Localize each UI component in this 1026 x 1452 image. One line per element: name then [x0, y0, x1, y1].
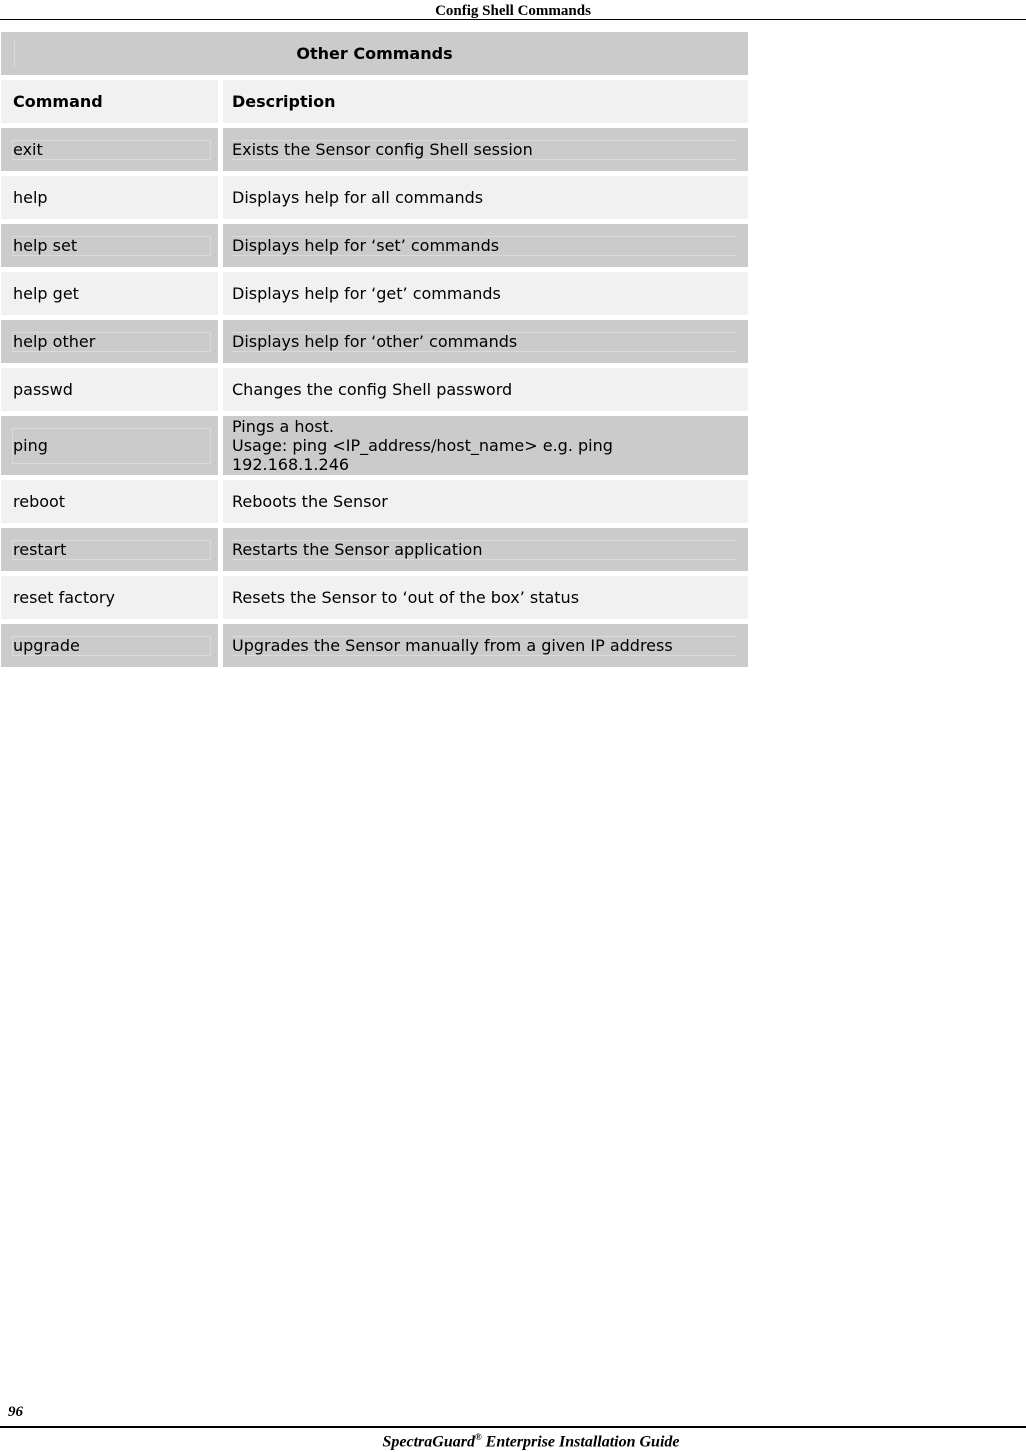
guide-title: SpectraGuard® Enterprise Installation Gu… [0, 1432, 1026, 1451]
command-description: Restarts the Sensor application [232, 540, 482, 559]
guide-title-rest: Enterprise Installation Guide [481, 1433, 680, 1451]
description-cell: Changes the config Shell password [223, 368, 748, 411]
command-description: Resets the Sensor to ‘out of the box’ st… [232, 588, 579, 607]
description-line: Displays help for ‘set’ commands [232, 236, 500, 255]
description-cell: Upgrades the Sensor manually from a give… [223, 624, 748, 667]
description-cell: Exists the Sensor config Shell session [223, 128, 748, 171]
command-name: help [13, 188, 48, 207]
trademark-symbol: ® [474, 1432, 482, 1442]
command-cell: help get [1, 272, 218, 315]
table-row: reboot Reboots the Sensor [1, 480, 748, 523]
description-cell: Displays help for ‘get’ commands [223, 272, 748, 315]
command-cell: help set [1, 224, 218, 267]
command-cell: reboot [1, 480, 218, 523]
description-line: Displays help for ‘get’ commands [232, 284, 501, 303]
description-line: Pings a host. [232, 417, 334, 436]
command-name: help set [13, 236, 78, 255]
command-description: Displays help for ‘get’ commands [232, 284, 501, 303]
command-description: Pings a host. Usage: ping <IP_address/hos… [232, 417, 613, 474]
description-cell: Restarts the Sensor application [223, 528, 748, 571]
other-commands-table: Other Commands Command Description exit E… [1, 32, 748, 667]
column-header-command: Command [1, 80, 218, 123]
command-description: Exists the Sensor config Shell session [232, 140, 533, 159]
description-cell: Reboots the Sensor [223, 480, 748, 523]
footer-divider [0, 1426, 1026, 1428]
command-cell: help [1, 176, 218, 219]
command-cell: upgrade [1, 624, 218, 667]
table-row: exit Exists the Sensor config Shell sessi… [1, 128, 748, 171]
table-row: reset factory Resets the Sensor to ‘out o… [1, 576, 748, 619]
command-description: Displays help for all commands [232, 188, 483, 207]
table-row: help set Displays help for ‘set’ commands [1, 224, 748, 267]
table-title-row: Other Commands [1, 32, 748, 75]
column-header-description-label: Description [232, 92, 336, 111]
description-line: Displays help for ‘other’ commands [232, 332, 518, 351]
command-cell: help other [1, 320, 218, 363]
command-description: Displays help for ‘set’ commands [232, 236, 499, 255]
title-cell-edge [14, 41, 15, 66]
command-cell: reset factory [1, 576, 218, 619]
table-row: help other Displays help for ‘other’ comm… [1, 320, 748, 363]
description-cell: Pings a host. Usage: ping <IP_address/hos… [223, 416, 748, 475]
command-cell: ping [1, 416, 218, 475]
table-title: Other Commands [296, 44, 453, 63]
description-cell: Displays help for ‘set’ commands [223, 224, 748, 267]
page-header: Config Shell Commands [0, 0, 1026, 20]
command-name: restart [13, 540, 67, 559]
table-row: help get Displays help for ‘get’ commands [1, 272, 748, 315]
description-line: Restarts the Sensor application [232, 540, 483, 559]
command-name: exit [13, 140, 43, 159]
command-description: Reboots the Sensor [232, 492, 388, 511]
table-row: restart Restarts the Sensor application [1, 528, 748, 571]
description-line: Exists the Sensor config Shell session [232, 140, 533, 159]
description-line: Reboots the Sensor [232, 492, 388, 511]
command-description: Changes the config Shell password [232, 380, 512, 399]
table-row: help Displays help for all commands [1, 176, 748, 219]
section-title: Config Shell Commands [435, 3, 591, 19]
description-line: Usage: ping <IP_address/host_name> e.g. … [232, 436, 613, 455]
description-line: Upgrades the Sensor manually from a give… [232, 636, 673, 655]
description-cell: Displays help for all commands [223, 176, 748, 219]
table-row: upgrade Upgrades the Sensor manually from… [1, 624, 748, 667]
table-header-row: Command Description [1, 80, 748, 123]
command-cell: restart [1, 528, 218, 571]
table-row: passwd Changes the config Shell password [1, 368, 748, 411]
description-line: 192.168.1.246 [232, 455, 350, 474]
description-cell: Resets the Sensor to ‘out of the box’ st… [223, 576, 748, 619]
table-row: ping Pings a host. Usage: ping <IP_address… [1, 416, 748, 475]
command-cell: exit [1, 128, 218, 171]
command-name: passwd [13, 380, 73, 399]
command-name: ping [13, 436, 48, 455]
description-line: Resets the Sensor to ‘out of the box’ st… [232, 588, 580, 607]
command-name: reset factory [13, 588, 115, 607]
guide-title-brand: SpectraGuard [382, 1433, 475, 1451]
table-body: exit Exists the Sensor config Shell sessi… [1, 128, 748, 667]
command-description: Displays help for ‘other’ commands [232, 332, 517, 351]
command-name: help other [13, 332, 96, 351]
description-line: Displays help for all commands [232, 188, 484, 207]
command-name: upgrade [13, 636, 80, 655]
column-header-command-label: Command [13, 92, 103, 111]
page-number: 96 [8, 1404, 23, 1420]
command-name: help get [13, 284, 79, 303]
command-description: Upgrades the Sensor manually from a give… [232, 636, 673, 655]
column-header-description: Description [223, 80, 748, 123]
description-cell: Displays help for ‘other’ commands [223, 320, 748, 363]
command-name: reboot [13, 492, 66, 511]
description-line: Changes the config Shell password [232, 380, 513, 399]
command-cell: passwd [1, 368, 218, 411]
